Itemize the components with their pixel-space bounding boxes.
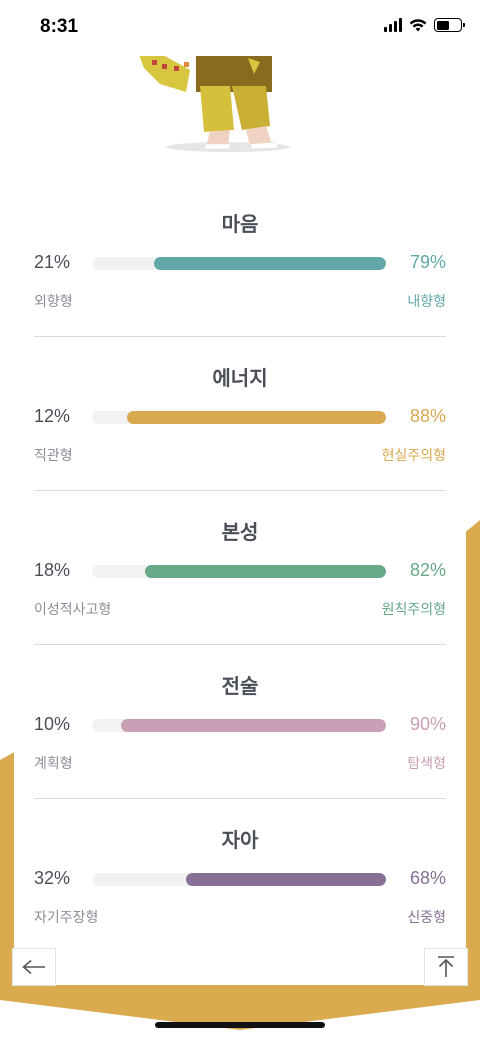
trait-section-nature: 본성 18% 82% 이성적사고형 원칙주의형 <box>34 468 446 622</box>
home-indicator <box>155 1022 325 1028</box>
trait-section-identity: 자아 32% 68% 자기주장형 신중형 <box>34 776 446 930</box>
right-trait-label: 현실주의형 <box>381 448 446 464</box>
left-trait-label: 이성적사고형 <box>34 602 112 618</box>
trait-progress-bar <box>92 565 386 578</box>
left-trait-label: 계획형 <box>34 756 73 772</box>
trait-progress-bar <box>92 873 386 886</box>
trait-title: 에너지 <box>212 366 268 390</box>
left-percentage: 18% <box>34 560 71 580</box>
status-icons <box>384 18 465 32</box>
back-button[interactable] <box>12 948 56 986</box>
battery-icon <box>434 18 465 32</box>
trait-section-mind: 마음 21% 79% 외향형 내향형 <box>34 160 446 314</box>
trait-progress-bar <box>92 719 386 732</box>
left-percentage: 10% <box>34 714 71 734</box>
right-percentage: 79% <box>409 252 446 272</box>
right-trait-label: 신중형 <box>407 910 446 926</box>
character-illustration <box>138 52 290 152</box>
status-time: 8:31 <box>40 16 79 37</box>
right-percentage: 88% <box>409 406 446 426</box>
left-percentage: 21% <box>34 252 71 272</box>
trait-title: 마음 <box>221 212 259 236</box>
trait-title: 전술 <box>221 674 259 698</box>
trait-progress-fill <box>144 565 386 578</box>
arrow-up-to-top-icon <box>438 956 454 977</box>
trait-progress-bar <box>92 411 386 424</box>
left-percentage: 32% <box>34 868 71 888</box>
right-percentage: 90% <box>409 714 446 734</box>
personality-result-card: 마음 21% 79% 외향형 내향형 에너지 12% 88% 직관형 현실주의형… <box>14 160 466 970</box>
left-trait-label: 외향형 <box>34 294 73 310</box>
left-trait-label: 자기주장형 <box>34 910 99 926</box>
trait-progress-fill <box>121 719 386 732</box>
cellular-signal-icon <box>384 18 402 32</box>
right-percentage: 82% <box>409 560 446 580</box>
right-trait-label: 탐색형 <box>407 756 446 772</box>
trait-section-energy: 에너지 12% 88% 직관형 현실주의형 <box>34 314 446 468</box>
right-percentage: 68% <box>409 868 446 888</box>
scroll-to-top-button[interactable] <box>424 948 468 986</box>
trait-progress-bar <box>92 257 386 270</box>
trait-title: 자아 <box>221 828 259 852</box>
left-trait-label: 직관형 <box>34 448 73 464</box>
left-percentage: 12% <box>34 406 71 426</box>
right-trait-label: 원칙주의형 <box>381 602 446 618</box>
status-bar: 8:31 <box>0 0 480 56</box>
right-trait-label: 내향형 <box>407 294 446 310</box>
trait-progress-fill <box>153 257 386 270</box>
trait-section-tactics: 전술 10% 90% 계획형 탐색형 <box>34 622 446 776</box>
trait-title: 본성 <box>221 520 259 544</box>
wifi-icon <box>409 19 427 32</box>
trait-progress-fill <box>127 411 386 424</box>
trait-progress-fill <box>186 873 386 886</box>
arrow-left-icon <box>22 959 45 975</box>
